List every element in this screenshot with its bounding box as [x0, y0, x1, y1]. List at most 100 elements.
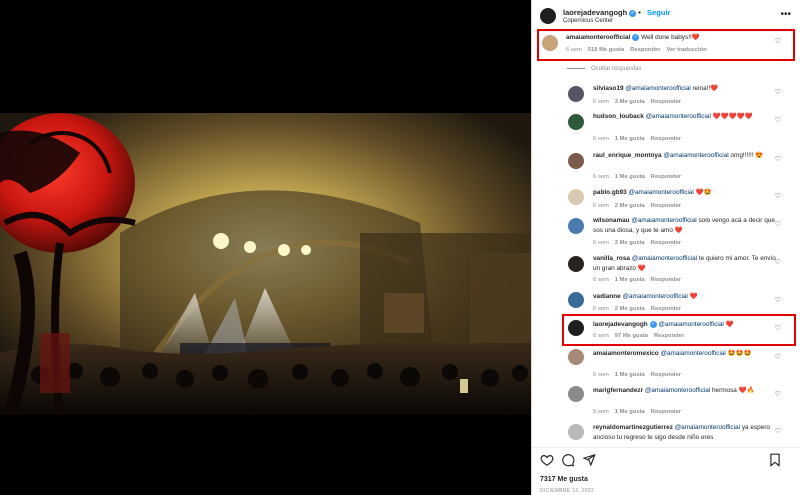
comment-username[interactable]: reynaldomartinezgutierrez [593, 424, 673, 431]
hide-replies-button[interactable]: Ocultar respuestas [567, 66, 641, 72]
avatar[interactable] [568, 86, 584, 102]
comment-likes[interactable]: 1 Me gusta [615, 277, 645, 283]
heart-icon[interactable]: ♡ [775, 353, 781, 361]
mention-link[interactable]: @amaiamonteroofficial [625, 85, 690, 92]
mention-link[interactable]: @amaiamonteroofficial [675, 424, 740, 431]
reply-button[interactable]: Responder [630, 47, 660, 53]
comment-body: hermosa [711, 387, 737, 394]
heart-icon[interactable]: ♡ [775, 88, 781, 96]
reply-button[interactable]: Responder [651, 136, 681, 142]
comment-likes[interactable]: 519 Me gusta [588, 47, 624, 53]
bookmark-icon[interactable] [768, 453, 782, 467]
comment-emoji: 😍 [755, 152, 764, 159]
comment-text: raul_enrique_montoya @amaiamonterooffici… [593, 151, 778, 161]
comment-username[interactable]: hudson_louback [593, 113, 644, 120]
comment-text: silviaso19 @amaiamonteroofficial reina!!… [593, 84, 778, 94]
comment-username[interactable]: wilsonamau [593, 217, 630, 224]
reply-button[interactable]: Responder [651, 277, 681, 283]
reply-button[interactable]: Responder [651, 409, 681, 415]
reply-button[interactable]: Responder [651, 203, 681, 209]
comment-time: 5 sem [593, 409, 609, 415]
comment-username[interactable]: silviaso19 [593, 85, 624, 92]
post-header: laorejadevangogh ✓ • Seguir Copernicus Ce… [532, 0, 800, 32]
avatar[interactable] [568, 320, 584, 336]
reply-button[interactable]: Responder [651, 174, 681, 180]
avatar[interactable] [568, 189, 584, 205]
heart-icon[interactable]: ♡ [775, 324, 781, 332]
author-avatar[interactable] [540, 8, 556, 24]
share-icon[interactable] [582, 453, 596, 467]
heart-icon[interactable]: ♡ [775, 37, 781, 45]
comment-likes[interactable]: 3 Me gusta [615, 99, 645, 105]
comment-likes[interactable]: 1 Me gusta [615, 372, 645, 378]
comment-icon[interactable] [561, 453, 575, 467]
reply-button[interactable]: Responder [651, 306, 681, 312]
comment-time: 6 sem [593, 240, 609, 246]
reply-button[interactable]: Responder [654, 333, 684, 339]
heart-icon[interactable] [540, 453, 554, 467]
comment-time: 6 sem [593, 136, 609, 142]
avatar[interactable] [568, 256, 584, 272]
comment-likes[interactable]: 1 Me gusta [615, 136, 645, 142]
mention-link[interactable]: @amaiamonteroofficial [631, 217, 696, 224]
comment-text: vanilla_rosa @amaiamonteroofficial te qu… [593, 254, 778, 273]
heart-icon[interactable]: ♡ [775, 155, 781, 163]
comment-time: 6 sem [566, 47, 582, 53]
avatar[interactable] [568, 386, 584, 402]
mention-link[interactable]: @amaiamonteroofficial [632, 255, 697, 262]
heart-icon[interactable]: ♡ [775, 296, 781, 304]
translate-button[interactable]: Ver traducción [666, 47, 706, 53]
avatar[interactable] [568, 153, 584, 169]
comment-emoji: ❤️ [674, 226, 683, 234]
comment-likes[interactable]: 1 Me gusta [615, 174, 645, 180]
comment-likes[interactable]: 2 Me gusta [615, 203, 645, 209]
mention-link[interactable]: @amaiamonteroofficial [623, 293, 688, 300]
comment-likes[interactable]: 97 Me gusta [615, 333, 648, 339]
avatar[interactable] [542, 35, 558, 51]
comment-username[interactable]: amaiamonteromexico [593, 350, 659, 357]
comment-username[interactable]: vadianne [593, 293, 621, 300]
comment-emoji: ❤️ [689, 293, 698, 300]
concert-photo[interactable] [0, 113, 531, 415]
heart-icon[interactable]: ♡ [775, 192, 781, 200]
mention-link[interactable]: @amaiamonteroofficial [661, 350, 726, 357]
mention-link[interactable]: @amaiamonteroofficial [663, 152, 728, 159]
avatar[interactable] [568, 424, 584, 440]
likes-count[interactable]: 7317 Me gusta [540, 476, 588, 483]
mention-link[interactable]: @amaiamonteroofficial [646, 113, 711, 120]
comment-likes[interactable]: 1 Me gusta [615, 409, 645, 415]
reply-button[interactable]: Responder [651, 372, 681, 378]
comment-meta: 6 sem 2 Me gusta Responder [593, 306, 687, 312]
comment-emoji: ❤️ [691, 34, 700, 41]
comment-username[interactable]: vanilla_rosa [593, 255, 630, 262]
heart-icon[interactable]: ♡ [775, 427, 781, 435]
mention-link[interactable]: @amaiamonteroofficial [645, 387, 710, 394]
comment-likes[interactable]: 2 Me gusta [615, 306, 645, 312]
comment-username[interactable]: laorejadevangogh [593, 321, 648, 328]
avatar[interactable] [568, 218, 584, 234]
follow-button[interactable]: Seguir [647, 8, 670, 17]
reply-button[interactable]: Responder [651, 99, 681, 105]
heart-icon[interactable]: ♡ [775, 390, 781, 398]
heart-icon[interactable]: ♡ [775, 220, 781, 228]
mention-link[interactable]: @amaiamonteroofficial [629, 189, 694, 196]
comment-time: 6 sem [593, 277, 609, 283]
comment-meta: 6 sem 3 Me gusta Responder [593, 99, 687, 105]
comment-text: reynaldomartinezgutierrez @amaiamonteroo… [593, 423, 778, 442]
more-options-icon[interactable]: ••• [780, 9, 791, 20]
avatar[interactable] [568, 292, 584, 308]
author-username[interactable]: laorejadevangogh [563, 8, 627, 17]
reply-button[interactable]: Responder [651, 240, 681, 246]
mention-link[interactable]: @amaiamonteroofficial [658, 321, 723, 328]
avatar[interactable] [568, 114, 584, 130]
location-link[interactable]: Copernicus Center [563, 18, 613, 24]
comment-likes[interactable]: 3 Me gusta [615, 240, 645, 246]
comment-username[interactable]: amaiamonteroofficial [566, 34, 630, 41]
comment-text: wilsonamau @amaiamonteroofficial solo ve… [593, 216, 778, 235]
comment-username[interactable]: pablo.gb93 [593, 189, 627, 196]
avatar[interactable] [568, 349, 584, 365]
comment-username[interactable]: marigfernandezr [593, 387, 643, 394]
heart-icon[interactable]: ♡ [775, 258, 781, 266]
comment-username[interactable]: raul_enrique_montoya [593, 152, 662, 159]
heart-icon[interactable]: ♡ [775, 116, 781, 124]
